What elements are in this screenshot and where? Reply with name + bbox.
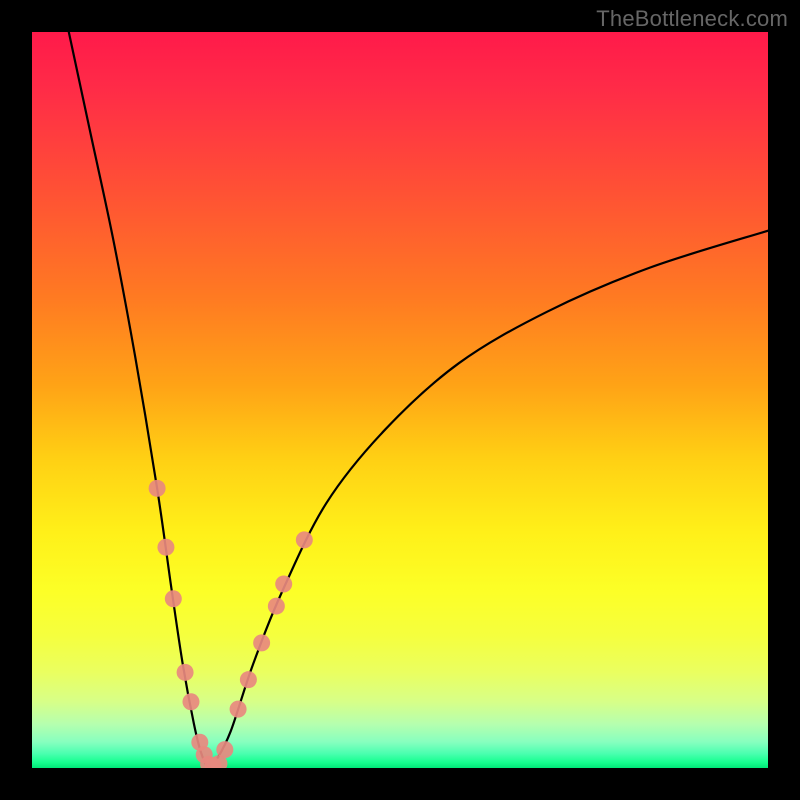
- bottleneck-curve: [69, 32, 768, 768]
- data-point: [149, 480, 166, 497]
- data-point: [230, 701, 247, 718]
- marker-group: [149, 480, 313, 768]
- data-point: [182, 693, 199, 710]
- data-point: [157, 539, 174, 556]
- data-point: [177, 664, 194, 681]
- data-point: [253, 634, 270, 651]
- data-point: [165, 590, 182, 607]
- curve-layer: [32, 32, 768, 768]
- watermark-text: TheBottleneck.com: [596, 6, 788, 32]
- data-point: [216, 741, 233, 758]
- chart-frame: TheBottleneck.com: [0, 0, 800, 800]
- data-point: [268, 598, 285, 615]
- plot-area: [32, 32, 768, 768]
- data-point: [240, 671, 257, 688]
- data-point: [296, 531, 313, 548]
- data-point: [275, 576, 292, 593]
